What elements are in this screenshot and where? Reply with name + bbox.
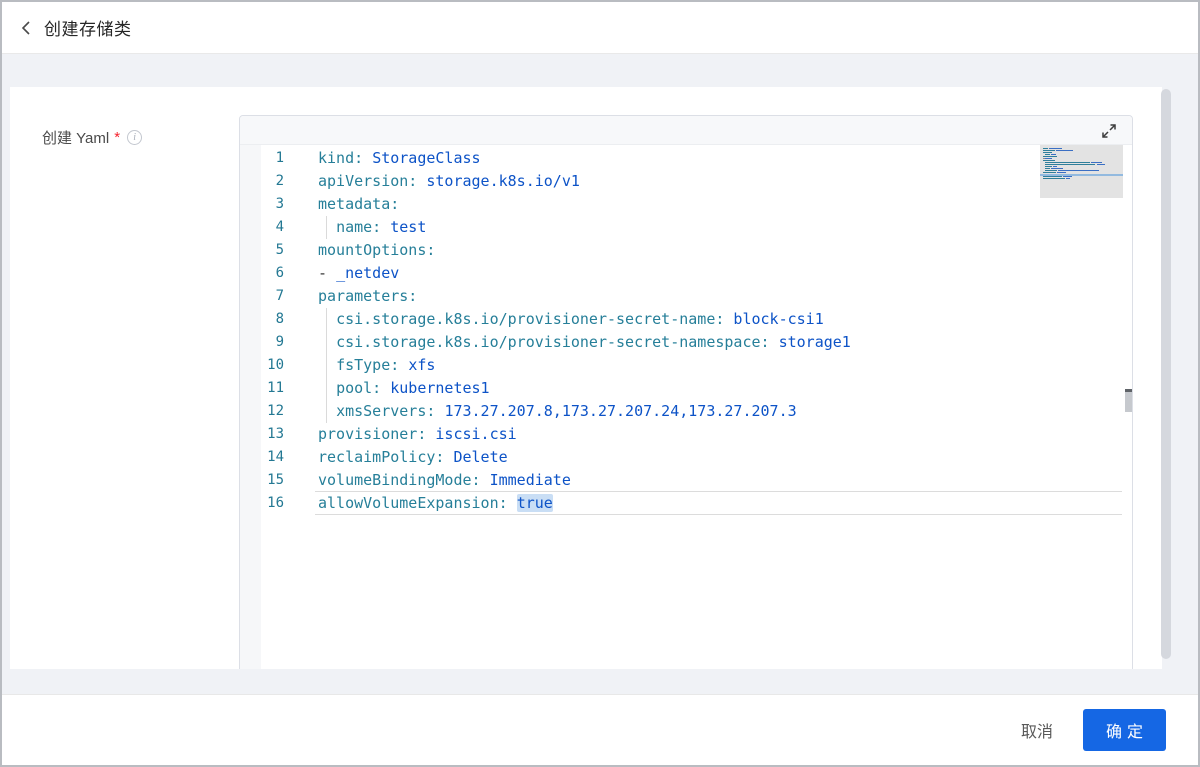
line-number[interactable]: 13 — [240, 423, 284, 446]
minimap-current-line-mark — [1040, 174, 1123, 176]
page-scrollbar-thumb[interactable] — [1161, 89, 1171, 659]
line-number[interactable]: 11 — [240, 377, 284, 400]
cancel-button[interactable]: 取消 — [1021, 718, 1053, 742]
minimap[interactable] — [1040, 145, 1123, 198]
line-number[interactable]: 16 — [240, 492, 284, 515]
line-number[interactable]: 3 — [240, 193, 284, 216]
code-line[interactable]: 1 kind: StorageClass — [240, 147, 1132, 170]
expand-arrows-icon — [1100, 122, 1118, 140]
code-text: kind: StorageClass — [318, 147, 481, 170]
minimap-line — [1043, 166, 1123, 167]
minimap-line — [1043, 170, 1123, 171]
line-number[interactable]: 12 — [240, 400, 284, 423]
code-line[interactable]: 3 metadata: — [240, 193, 1132, 216]
minimap-line — [1043, 164, 1123, 165]
minimap-line — [1043, 162, 1123, 163]
yaml-field-label: 创建 Yaml * i — [42, 127, 142, 148]
line-number[interactable]: 15 — [240, 469, 284, 492]
line-number[interactable]: 10 — [240, 354, 284, 377]
code-line[interactable]: 16 allowVolumeExpansion: true — [240, 492, 1132, 515]
minimap-line — [1043, 160, 1123, 161]
code-line[interactable]: 8 csi.storage.k8s.io/provisioner-secret-… — [240, 308, 1132, 331]
footer-bar: 取消 确定 — [2, 694, 1198, 765]
minimap-line — [1043, 168, 1123, 169]
editor-scrollbar-thumb[interactable] — [1125, 392, 1132, 412]
code-line[interactable]: 9 csi.storage.k8s.io/provisioner-secret-… — [240, 331, 1132, 354]
minimap-line — [1043, 156, 1123, 157]
page-header: 创建存储类 — [2, 2, 1198, 54]
code-line[interactable]: 15 volumeBindingMode: Immediate — [240, 469, 1132, 492]
code-line[interactable]: 10 fsType: xfs — [240, 354, 1132, 377]
code-line[interactable]: 4 name: test — [240, 216, 1132, 239]
code-text: apiVersion: storage.k8s.io/v1 — [318, 170, 580, 193]
code-text: csi.storage.k8s.io/provisioner-secret-na… — [318, 331, 851, 354]
code-text: pool: kubernetes1 — [318, 377, 490, 400]
code-area[interactable]: 1 kind: StorageClass 2 apiVersion: storage.… — [240, 145, 1132, 515]
form-card: 创建 Yaml * i 1kind: StorageClass2apiVer — [10, 87, 1162, 669]
minimap-line — [1043, 172, 1123, 173]
page-title: 创建存储类 — [44, 15, 132, 40]
editor-toolbar — [240, 116, 1132, 145]
code-text: parameters: — [318, 285, 417, 308]
minimap-line — [1043, 178, 1123, 179]
line-number[interactable]: 14 — [240, 446, 284, 469]
code-text: xmsServers: 173.27.207.8,173.27.207.24,1… — [318, 400, 797, 423]
line-number[interactable]: 9 — [240, 331, 284, 354]
code-text: mountOptions: — [318, 239, 435, 262]
code-line[interactable]: 5 mountOptions: — [240, 239, 1132, 262]
code-line[interactable]: 11 pool: kubernetes1 — [240, 377, 1132, 400]
code-text: - _netdev — [318, 262, 399, 285]
info-icon[interactable]: i — [127, 130, 142, 145]
code-text: provisioner: iscsi.csi — [318, 423, 517, 446]
confirm-button[interactable]: 确定 — [1083, 709, 1166, 751]
line-number[interactable]: 4 — [240, 216, 284, 239]
expand-button[interactable] — [1100, 122, 1118, 140]
code-line[interactable]: 6 - _netdev — [240, 262, 1132, 285]
code-line[interactable]: 13 provisioner: iscsi.csi — [240, 423, 1132, 446]
code-text: fsType: xfs — [318, 354, 435, 377]
minimap-line — [1043, 154, 1123, 155]
code-text: reclaimPolicy: Delete — [318, 446, 508, 469]
yaml-editor[interactable]: 1 kind: StorageClass 2 apiVersion: storage.… — [239, 115, 1133, 669]
code-text: volumeBindingMode: Immediate — [318, 469, 571, 492]
code-line[interactable]: 2 apiVersion: storage.k8s.io/v1 — [240, 170, 1132, 193]
line-number[interactable]: 6 — [240, 262, 284, 285]
line-number[interactable]: 8 — [240, 308, 284, 331]
code-text: allowVolumeExpansion: true — [318, 492, 553, 515]
chevron-left-icon — [20, 20, 34, 36]
line-number[interactable]: 7 — [240, 285, 284, 308]
line-number[interactable]: 1 — [240, 147, 284, 170]
code-line[interactable]: 14 reclaimPolicy: Delete — [240, 446, 1132, 469]
minimap-line — [1043, 150, 1123, 151]
code-line[interactable]: 12 xmsServers: 173.27.207.8,173.27.207.2… — [240, 400, 1132, 423]
line-number[interactable]: 2 — [240, 170, 284, 193]
required-asterisk: * — [114, 129, 120, 146]
code-line[interactable]: 7 parameters: — [240, 285, 1132, 308]
back-button[interactable] — [16, 17, 38, 39]
yaml-field-label-text: 创建 Yaml — [42, 127, 109, 148]
minimap-line — [1043, 176, 1123, 177]
code-text: csi.storage.k8s.io/provisioner-secret-na… — [318, 308, 824, 331]
create-storage-class-page: 创建存储类 创建 Yaml * i 1k — [0, 0, 1200, 767]
code-text: metadata: — [318, 193, 399, 216]
line-number[interactable]: 5 — [240, 239, 284, 262]
minimap-line — [1043, 148, 1123, 149]
minimap-line — [1043, 152, 1123, 153]
minimap-line — [1043, 158, 1123, 159]
editor-scrollbar[interactable] — [1124, 145, 1133, 667]
code-text: name: test — [318, 216, 426, 239]
